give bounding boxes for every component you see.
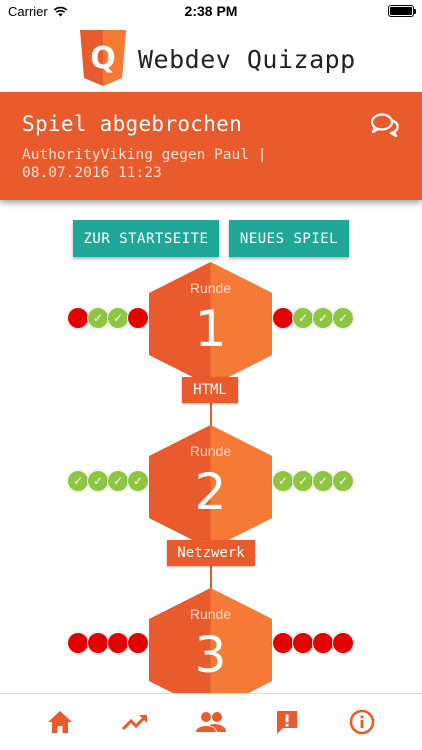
round-label: Runde	[189, 606, 232, 622]
round-category: Netzwerk	[167, 540, 255, 566]
game-status-banner: Spiel abgebrochen AuthorityViking gegen …	[0, 92, 422, 200]
correct-answer-dot	[87, 307, 109, 329]
correct-answer-dot	[332, 470, 354, 492]
trending-icon	[122, 715, 148, 731]
correct-answer-dot	[67, 470, 89, 492]
wrong-answer-dot	[272, 307, 294, 329]
clock: 2:38 PM	[184, 3, 238, 19]
round-hexagon[interactable]: Runde 2	[149, 425, 272, 549]
round-label: Runde	[189, 280, 232, 296]
wrong-answer-dot	[87, 632, 109, 654]
new-game-button[interactable]: NEUES SPIEL	[229, 220, 349, 257]
app-header: Q Webdev Quizapp	[0, 22, 422, 92]
correct-answer-dot	[292, 470, 314, 492]
logo-letter: Q	[90, 41, 116, 76]
correct-answer-dot	[312, 307, 334, 329]
info-icon	[349, 709, 375, 735]
correct-answer-dot	[127, 470, 149, 492]
round-number: 2	[194, 463, 227, 521]
report-icon	[276, 711, 297, 734]
wrong-answer-dot	[272, 632, 294, 654]
wrong-answer-dot	[312, 632, 334, 654]
tab-info[interactable]	[342, 702, 382, 742]
people-icon	[195, 712, 226, 732]
round-label: Runde	[189, 443, 232, 459]
correct-answer-dot	[292, 307, 314, 329]
wrong-answer-dot	[332, 632, 354, 654]
correct-answer-dot	[107, 307, 129, 329]
correct-answer-dot	[332, 307, 354, 329]
tab-bar	[0, 693, 422, 750]
tab-home[interactable]	[40, 702, 80, 742]
correct-answer-dot	[272, 470, 294, 492]
round-hexagon[interactable]: Runde 1	[149, 262, 272, 386]
correct-answer-dot	[107, 470, 129, 492]
wrong-answer-dot	[67, 307, 89, 329]
correct-answer-dot	[87, 470, 109, 492]
tab-report[interactable]	[267, 702, 307, 742]
tab-friends[interactable]	[191, 702, 231, 742]
wrong-answer-dot	[67, 632, 89, 654]
app-logo-icon: Q	[80, 30, 126, 86]
round-category: HTML	[182, 377, 238, 403]
status-bar: Carrier 2:38 PM	[0, 0, 422, 22]
app-title: Webdev Quizapp	[138, 45, 356, 74]
chat-icon[interactable]	[370, 112, 400, 138]
player-right-answers	[272, 632, 354, 654]
player-right-answers	[272, 307, 354, 329]
wrong-answer-dot	[127, 632, 149, 654]
player-left-answers	[67, 632, 149, 654]
wrong-answer-dot	[292, 632, 314, 654]
round-number: 3	[194, 626, 227, 684]
correct-answer-dot	[312, 470, 334, 492]
player-right-answers	[272, 470, 354, 492]
tab-stats[interactable]	[115, 702, 155, 742]
home-icon	[47, 711, 72, 733]
player-left-answers	[67, 307, 149, 329]
home-button[interactable]: ZUR STARTSEITE	[73, 220, 219, 257]
game-players-date: AuthorityViking gegen Paul | 08.07.2016 …	[22, 147, 267, 181]
game-status-title: Spiel abgebrochen	[22, 112, 243, 136]
player-left-answers	[67, 470, 149, 492]
wrong-answer-dot	[107, 632, 129, 654]
battery-icon	[388, 5, 416, 17]
round-number: 1	[194, 300, 227, 358]
wrong-answer-dot	[127, 307, 149, 329]
